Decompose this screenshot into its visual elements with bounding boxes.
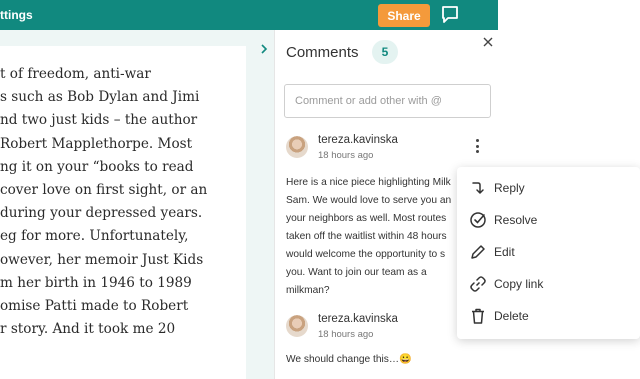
close-icon[interactable] [480, 34, 496, 50]
document-text: t of freedom, anti-war s such as Bob Dyl… [0, 63, 246, 341]
collapse-panel-chevron-icon[interactable] [255, 41, 273, 57]
avatar[interactable] [286, 315, 308, 337]
document-line: s such as Bob Dylan and Jimi [0, 89, 200, 106]
comment-time: 18 hours ago [318, 150, 374, 161]
pencil-icon [471, 245, 485, 259]
avatar[interactable] [286, 136, 308, 158]
document-line: t of freedom, anti-war [0, 66, 151, 82]
comment-author[interactable]: tereza.kavinska [318, 313, 398, 325]
menu-item-label: Delete [494, 309, 529, 323]
menu-item-resolve[interactable]: Resolve [457, 204, 640, 236]
document-line: omise Patti made to Robert [0, 297, 189, 314]
share-button[interactable]: Share [378, 4, 430, 27]
comment-time: 18 hours ago [318, 329, 374, 340]
comments-title: Comments [286, 44, 359, 61]
reply-arrow-icon [472, 182, 484, 194]
menu-item-copy-link[interactable]: Copy link [457, 268, 640, 300]
comment-author[interactable]: tereza.kavinska [318, 134, 398, 146]
document-line: m her birth in 1946 to 1989 [0, 274, 192, 291]
document-line: cover love on first sight, or an [0, 181, 208, 198]
menu-item-label: Reply [494, 181, 525, 195]
comment-body: We should change this…😀 [286, 351, 491, 369]
top-bar: ttings Share [0, 0, 498, 30]
menu-item-edit[interactable]: Edit [457, 236, 640, 268]
document-line: during your depressed years. [0, 205, 203, 222]
document-line: nd two just kids – the author [0, 112, 198, 129]
menu-item-label: Edit [494, 245, 515, 259]
document-page[interactable]: t of freedom, anti-war s such as Bob Dyl… [0, 46, 246, 379]
menu-item-reply[interactable]: Reply [457, 172, 640, 204]
check-circle-icon [470, 212, 486, 228]
chat-bubble-icon[interactable] [439, 5, 461, 25]
link-icon [470, 276, 486, 292]
document-line: r story. And it took me 20 [0, 321, 176, 338]
menu-item-label: Resolve [494, 213, 538, 227]
menu-item-delete[interactable]: Delete [457, 300, 640, 332]
trash-icon [472, 308, 484, 324]
document-line: ng it on your “books to read [0, 158, 194, 175]
comment-count-badge: 5 [372, 40, 398, 64]
comment-context-menu: Reply Resolve Edit Copy link Delete [457, 167, 640, 339]
document-line: owever, her memoir Just Kids [0, 251, 204, 268]
comment-line: We should change this…😀 [286, 354, 412, 365]
menu-item-label: Copy link [494, 277, 544, 291]
document-line: eg for more. Unfortunately, [0, 228, 189, 245]
comment-input[interactable] [284, 84, 491, 118]
document-line: Robert Mapplethorpe. Most [0, 135, 193, 152]
settings-title[interactable]: ttings [0, 8, 33, 22]
more-options-icon[interactable] [470, 136, 484, 156]
